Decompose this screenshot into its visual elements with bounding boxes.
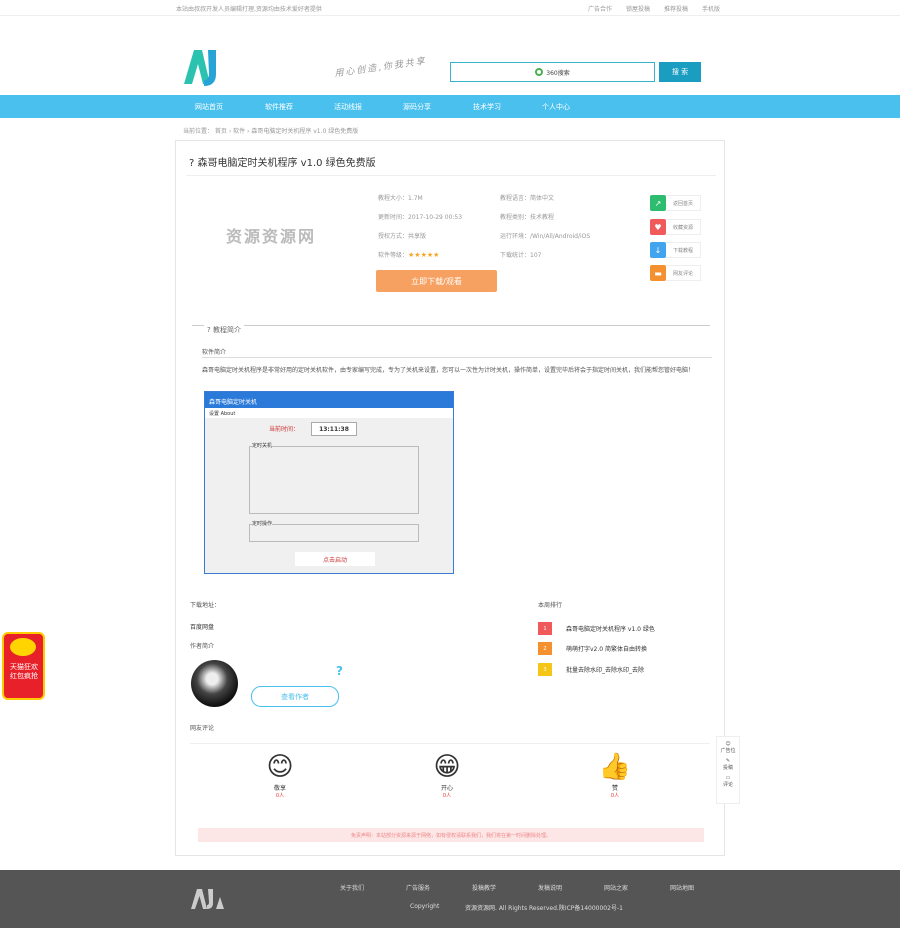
screenshot-time: 13:11:38	[311, 422, 357, 436]
red-packet-text: 天猫狂欢 红包疯抢	[10, 663, 38, 680]
top-link[interactable]: 锁屋投稿	[626, 4, 650, 13]
info-license: 授权方式：共享版	[378, 233, 427, 240]
action-comment[interactable]: ▬ 网友评论	[650, 265, 701, 281]
top-link[interactable]: 推荐投稿	[664, 4, 688, 13]
footer-link[interactable]: 网站地图	[670, 883, 694, 892]
reaction-like[interactable]: 👍 赞 0人	[585, 751, 645, 799]
coin-icon	[10, 638, 36, 656]
thumbnail: 资源资源网	[226, 227, 317, 246]
float-submit[interactable]: ✎ 投稿	[717, 754, 739, 771]
nav-item-activity[interactable]: 活动线报	[334, 102, 362, 112]
comment-icon: ▬	[650, 265, 666, 281]
help-icon: ?	[336, 664, 343, 678]
info-size: 教程大小：1.7M	[378, 195, 423, 202]
action-home[interactable]: ↗ 返回首页	[650, 195, 701, 211]
download-label: 下载地址：	[190, 602, 221, 609]
screenshot-time-label: 当前时间：	[269, 426, 300, 433]
info-lang: 教程语言：简体中文	[500, 195, 555, 202]
slogan: 用心创造,你我共享	[333, 56, 428, 80]
top-bar: 本站由叔叔开发人员编辑打理,资源均由技术爱好者提供 广告合作 锁屋投稿 推荐投稿…	[0, 0, 900, 16]
view-author-button[interactable]: 查看作者	[251, 686, 339, 707]
divider	[190, 743, 710, 744]
nav-item-software[interactable]: 软件推荐	[265, 102, 293, 112]
screenshot-titlebar: 森哥电脑定时关机	[205, 392, 453, 408]
top-link[interactable]: 广告合作	[588, 4, 612, 13]
footer-link[interactable]: 广告服务	[406, 883, 430, 892]
search-input[interactable]: 360搜索	[450, 62, 655, 82]
search-button[interactable]: 搜 索	[659, 62, 701, 82]
author-avatar	[191, 660, 238, 707]
rank-item[interactable]: 3 批量去除水印_去除水印_去除	[538, 663, 644, 676]
info-rating: 软件等级：★★★★★	[378, 251, 440, 259]
screenshot-group: 定时操作	[249, 520, 419, 542]
download-button[interactable]: 立即下载/观看	[376, 270, 497, 292]
reaction-admire[interactable]: 😊 敬享 0人	[250, 751, 310, 799]
site-logo[interactable]	[182, 44, 222, 88]
red-packet-ad[interactable]: 天猫狂欢 红包疯抢	[0, 628, 47, 703]
laugh-face-icon: 😁	[433, 752, 461, 782]
section-title: ? 教程简介	[204, 325, 244, 335]
footer: 关于我们 广告服务 投稿教学 发稿说明 网站之家 网站地图 Copyright …	[0, 870, 900, 928]
rating-stars: ★★★★★	[408, 251, 440, 259]
divider	[202, 357, 712, 358]
screenshot-group: 定时关机	[249, 442, 419, 514]
floating-toolbar: ☺ 广告位 ✎ 投稿 ▭ 评论	[716, 736, 740, 804]
action-favorite[interactable]: ♥ 收藏资源	[650, 219, 701, 235]
info-category: 教程类别：技术教程	[500, 214, 555, 221]
float-ad[interactable]: ☺ 广告位	[717, 737, 739, 754]
nav-item-learning[interactable]: 技术学习	[473, 102, 501, 112]
footer-logo	[191, 889, 224, 909]
search-engine-icon	[535, 68, 544, 76]
top-message: 本站由叔叔开发人员编辑打理,资源均由技术爱好者提供	[176, 6, 322, 13]
thumbs-up-icon: 👍	[598, 752, 632, 782]
content-card: ? 森哥电脑定时关机程序 v1.0 绿色免费版 资源资源网 教程大小：1.7M …	[175, 140, 725, 856]
header: 用心创造,你我共享 360搜索 搜 索	[0, 16, 900, 94]
disclaimer-notice: 免责声明：本站部分资源来源于网络，如有侵权请联系我们，我们将在第一时间删除处理。	[198, 828, 704, 842]
download-link[interactable]: 百度网盘	[190, 622, 214, 631]
copyright-rights: 资源资源网. All Rights Reserved.陕ICP备14000002…	[465, 905, 623, 912]
page-title: ? 森哥电脑定时关机程序 v1.0 绿色免费版	[189, 158, 376, 169]
breadcrumb: 当前位置： 首页 › 软件 › 森哥电脑定时关机程序 v1.0 绿色免费版	[183, 128, 359, 135]
top-links: 广告合作 锁屋投稿 推荐投稿 手机版	[588, 4, 720, 13]
copyright: Copyright	[410, 903, 440, 910]
float-comment[interactable]: ▭ 评论	[717, 771, 739, 788]
divider	[186, 175, 716, 176]
rank-item[interactable]: 2 萌萌打字v2.0 简繁体自由转换	[538, 642, 647, 655]
software-screenshot: 森哥电脑定时关机 设置 About 当前时间： 13:11:38 定时关机 定时…	[204, 391, 454, 574]
author-label: 作者简介	[190, 643, 215, 650]
nav-item-source[interactable]: 源码分享	[403, 102, 431, 112]
screenshot-menu: 设置 About	[205, 408, 453, 418]
top-link[interactable]: 手机版	[702, 4, 720, 13]
share-icon: ↗	[650, 195, 666, 211]
smile-face-icon: 😊	[266, 752, 294, 782]
heart-icon: ♥	[650, 219, 666, 235]
comment-label: 网友评论	[190, 725, 215, 732]
footer-link[interactable]: 关于我们	[340, 883, 364, 892]
info-update: 更新时间：2017-10-29 00:53	[378, 214, 463, 221]
screenshot-start-button: 点击启动	[295, 552, 375, 566]
rank-item[interactable]: 1 森哥电脑定时关机程序 v1.0 绿色	[538, 622, 655, 635]
sub-title: 软件简介	[202, 349, 227, 356]
nav-item-user[interactable]: 个人中心	[542, 102, 570, 112]
main-nav: 网站首页 软件推荐 活动线报 源码分享 技术学习 个人中心	[0, 95, 900, 118]
info-downloads: 下载统计：107	[500, 252, 542, 259]
section-divider	[192, 325, 710, 326]
info-platform: 运行环境：/Win/All/Android/iOS	[500, 233, 591, 240]
footer-link[interactable]: 网站之家	[604, 883, 628, 892]
footer-link[interactable]: 发稿说明	[538, 883, 562, 892]
download-icon: ↓	[650, 242, 666, 258]
search-placeholder: 360搜索	[546, 69, 570, 77]
nav-item-home[interactable]: 网站首页	[195, 102, 223, 112]
footer-link[interactable]: 投稿教学	[472, 883, 496, 892]
description: 森哥电脑定时关机程序是非常好用的定时关机软件，由专家编写完成，专为了关机来设置，…	[202, 367, 695, 374]
action-download[interactable]: ↓ 下载教程	[650, 242, 701, 258]
rank-title: 本周排行	[538, 602, 563, 609]
reaction-happy[interactable]: 😁 开心 0人	[417, 751, 477, 799]
